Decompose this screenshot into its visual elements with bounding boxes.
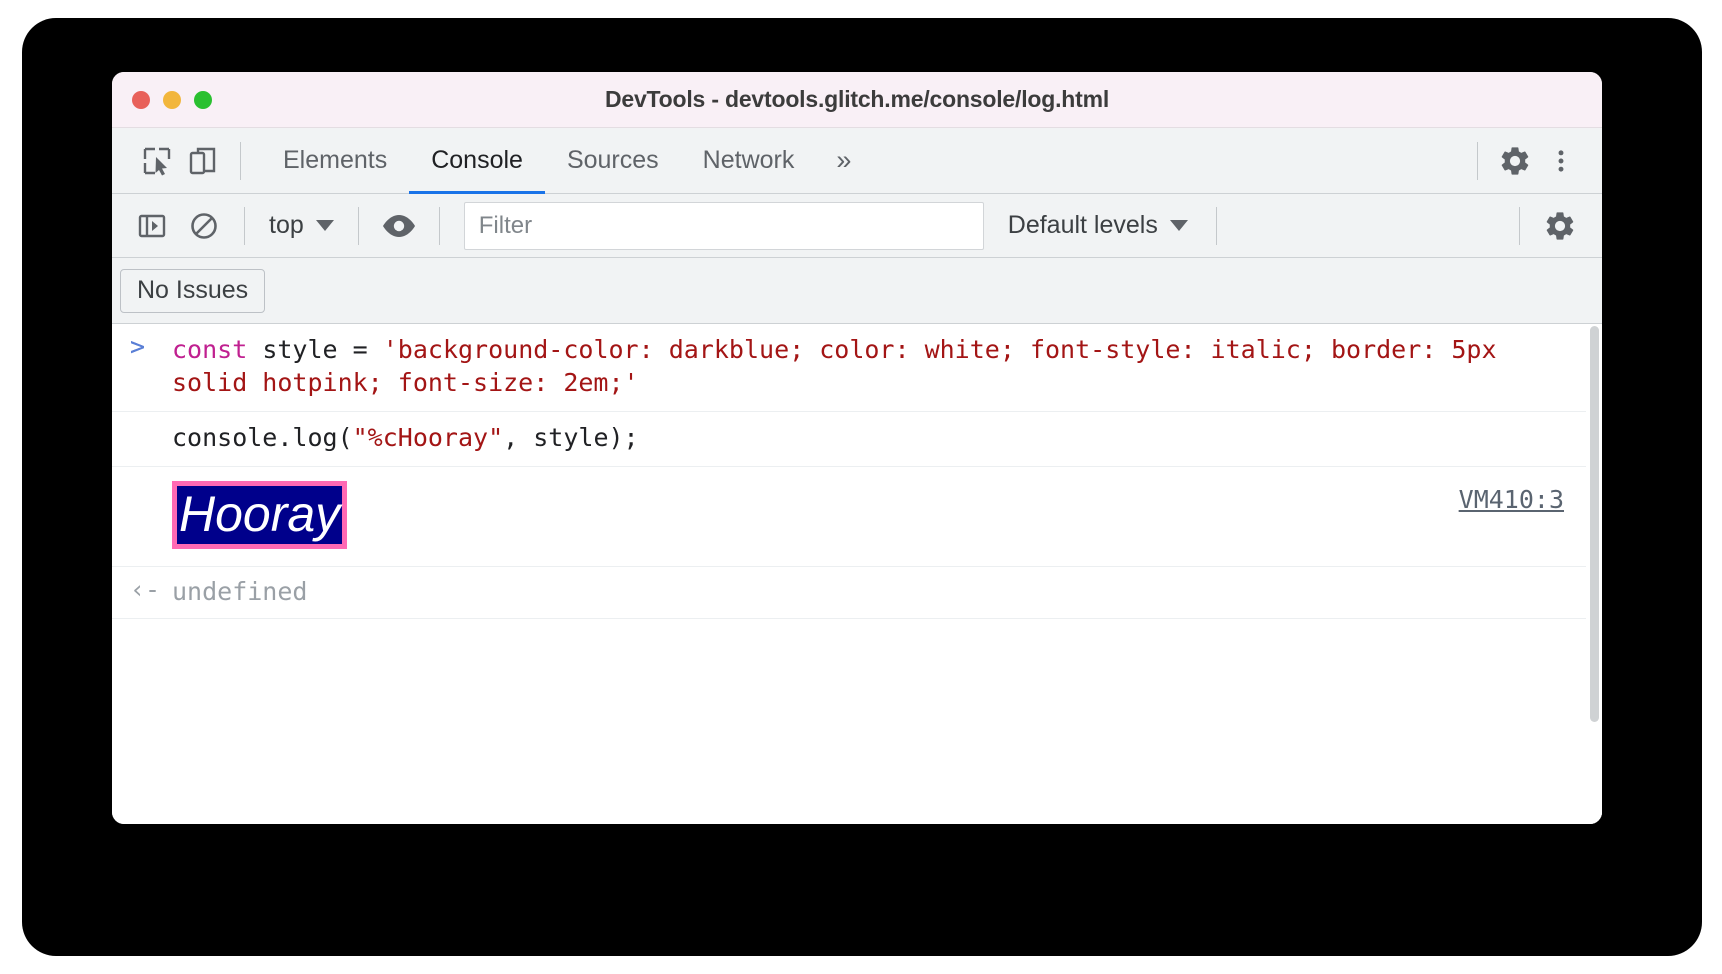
console-input-code: const style = 'background-color: darkblu…	[172, 333, 1572, 399]
maximize-window-button[interactable]	[194, 90, 212, 109]
devtools-window: DevTools - devtools.glitch.me/console/lo…	[112, 72, 1602, 824]
log-levels-label: Default levels	[1007, 211, 1158, 239]
devtools-tabbar: Elements Console Sources Network »	[112, 128, 1602, 194]
tab-sources[interactable]: Sources	[545, 128, 681, 194]
window-title: DevTools - devtools.glitch.me/console/lo…	[604, 86, 1110, 112]
console-input-code: console.log("%cHooray", style);	[172, 421, 1572, 454]
kebab-menu-icon[interactable]	[1538, 138, 1584, 184]
console-toolbar: top Filter Default levels	[112, 194, 1602, 258]
toolbar-divider-2	[357, 206, 359, 245]
chevron-down-icon	[315, 220, 334, 231]
prompt-chevron-icon: >	[130, 332, 146, 361]
panel-tabs: Elements Console Sources Network »	[261, 128, 871, 194]
tab-elements[interactable]: Elements	[261, 128, 409, 194]
toolbar-divider-5	[1519, 206, 1520, 245]
clear-console-icon[interactable]	[178, 203, 230, 249]
console-scrollbar[interactable]	[1586, 324, 1602, 824]
gear-icon[interactable]	[1492, 138, 1538, 184]
console-output: > const style = 'background-color: darkb…	[112, 324, 1602, 824]
console-settings-gear-icon[interactable]	[1534, 203, 1586, 249]
console-sidebar-icon[interactable]	[126, 203, 178, 249]
log-source-link[interactable]: VM410:3	[1459, 485, 1564, 514]
console-input-row[interactable]: > const style = 'background-color: darkb…	[112, 324, 1602, 412]
console-result-value: undefined	[172, 577, 308, 606]
code-call: console.log(	[172, 423, 353, 452]
window-controls	[132, 90, 212, 109]
code-keyword: const	[172, 335, 263, 364]
filter-input[interactable]: Filter	[463, 201, 984, 250]
close-window-button[interactable]	[132, 90, 150, 109]
code-identifier: style =	[262, 335, 383, 364]
inspect-element-icon[interactable]	[134, 138, 180, 184]
code-args: , style);	[503, 423, 639, 452]
log-levels-selector[interactable]: Default levels	[994, 211, 1202, 240]
console-prompt-row[interactable]: >	[112, 334, 1602, 647]
toolbar-divider-1	[244, 206, 245, 245]
console-input-row[interactable]: console.log("%cHooray", style);	[112, 412, 1602, 467]
issues-bar: No Issues	[112, 258, 1602, 324]
tabbar-divider	[240, 141, 241, 180]
console-result-row: ‹- undefined	[112, 567, 1602, 619]
tabbar-divider-right	[1477, 141, 1478, 180]
console-scrollbar-thumb[interactable]	[1590, 326, 1599, 722]
console-log-row: Hooray VM410:3	[112, 467, 1602, 567]
toolbar-divider-4	[1215, 206, 1217, 245]
device-toolbar-icon[interactable]	[180, 138, 226, 184]
window-titlebar: DevTools - devtools.glitch.me/console/lo…	[112, 72, 1602, 128]
toolbar-divider-3	[438, 206, 440, 245]
tab-console[interactable]: Console	[409, 128, 545, 194]
more-tabs-icon[interactable]: »	[816, 128, 871, 194]
live-expression-icon[interactable]	[373, 203, 425, 249]
execution-context-label: top	[269, 211, 304, 239]
no-issues-button[interactable]: No Issues	[120, 268, 266, 313]
page-backdrop: DevTools - devtools.glitch.me/console/lo…	[0, 0, 1722, 974]
result-arrow-icon: ‹-	[130, 575, 161, 604]
minimize-window-button[interactable]	[163, 90, 181, 109]
chevron-down-icon	[1169, 220, 1188, 231]
tab-network[interactable]: Network	[681, 128, 817, 194]
execution-context-selector[interactable]: top	[259, 211, 344, 240]
code-string: "%cHooray"	[352, 423, 504, 452]
styled-log-message: Hooray	[172, 481, 348, 549]
